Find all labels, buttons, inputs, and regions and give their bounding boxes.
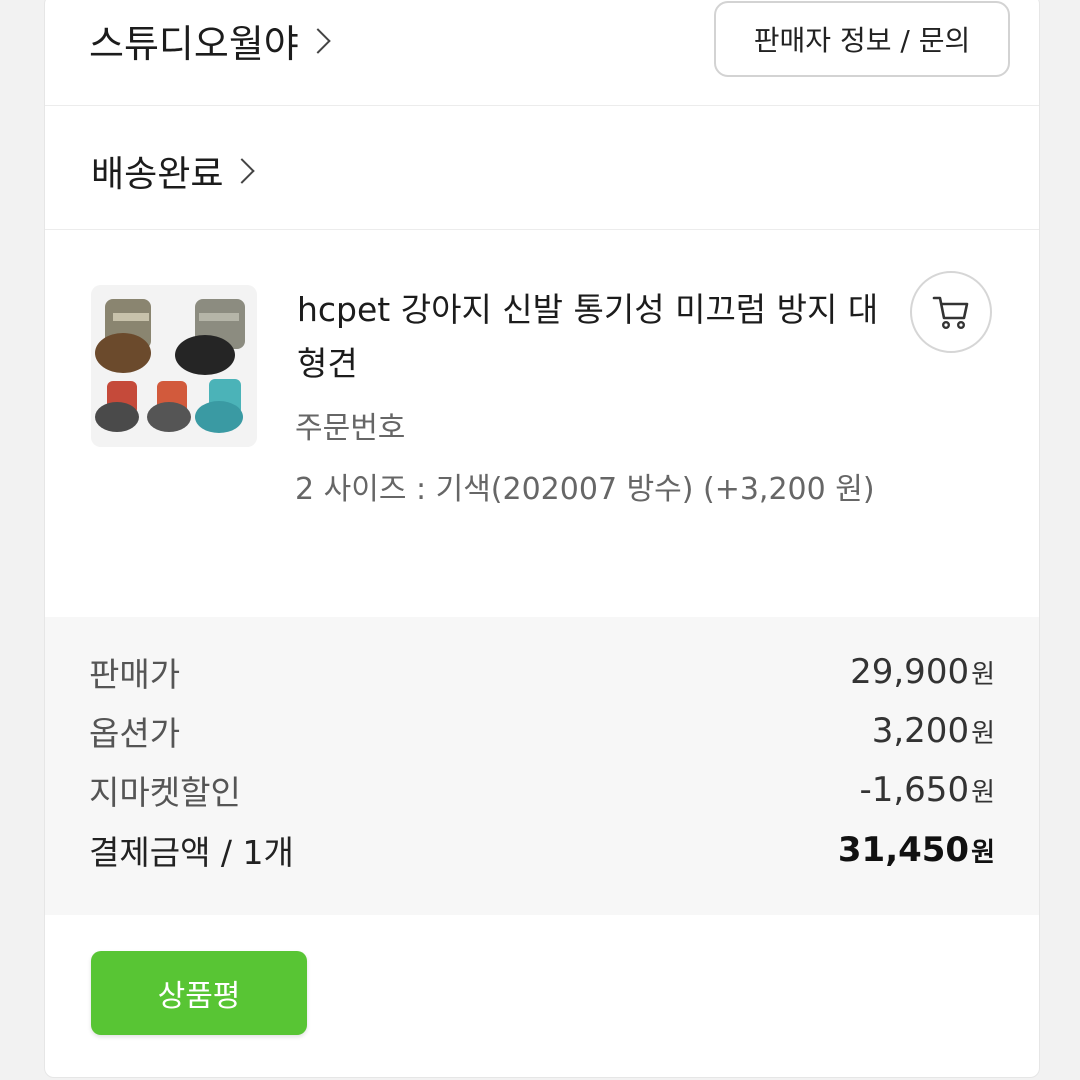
- seller-link[interactable]: 스튜디오월야: [89, 13, 331, 68]
- seller-name: 스튜디오월야: [89, 22, 299, 66]
- price-row-option: 옵션가 3,200원: [89, 706, 995, 756]
- chevron-right-icon: [229, 158, 256, 184]
- price-value: 29,900원: [850, 652, 995, 692]
- review-button[interactable]: 상품평: [91, 951, 307, 1035]
- price-summary: 판매가 29,900원 옵션가 3,200원 지마켓할인 -1,650원 결제금…: [45, 617, 1039, 915]
- price-label: 옵션가: [89, 714, 181, 753]
- cart-icon: [932, 296, 969, 330]
- delivery-status-link[interactable]: 배송완료: [91, 145, 256, 197]
- chevron-right-icon: [305, 27, 331, 54]
- price-label: 지마켓할인: [89, 773, 241, 812]
- price-label: 판매가: [89, 655, 181, 694]
- total-value: 31,450원: [837, 830, 995, 870]
- seller-row: 스튜디오월야 판매자 정보 / 문의: [45, 0, 1039, 106]
- product-option: 2 사이즈 : 기색(202007 방수) (+3,200 원): [295, 472, 875, 507]
- add-to-cart-button[interactable]: [910, 271, 992, 353]
- price-row-total: 결제금액 / 1개 31,450원: [89, 825, 995, 875]
- delivery-status: 배송완료: [91, 154, 224, 195]
- price-row-sale: 판매가 29,900원: [89, 647, 995, 697]
- product-image[interactable]: [91, 285, 257, 447]
- price-value: -1,650원: [859, 770, 995, 810]
- order-number-label: 주문번호: [295, 411, 406, 446]
- dog-shoes-image: [91, 285, 257, 447]
- total-label: 결제금액 / 1개: [89, 833, 294, 872]
- price-row-discount: 지마켓할인 -1,650원: [89, 765, 995, 815]
- status-row: 배송완료: [45, 105, 1039, 230]
- seller-info-button[interactable]: 판매자 정보 / 문의: [714, 1, 1010, 77]
- price-value: 3,200원: [871, 711, 995, 751]
- product-title[interactable]: hcpet 강아지 신발 통기성 미끄럼 방지 대형견: [297, 283, 887, 391]
- order-card: 스튜디오월야 판매자 정보 / 문의 배송완료 hcpet 강아지 신발 통기성…: [44, 0, 1040, 1078]
